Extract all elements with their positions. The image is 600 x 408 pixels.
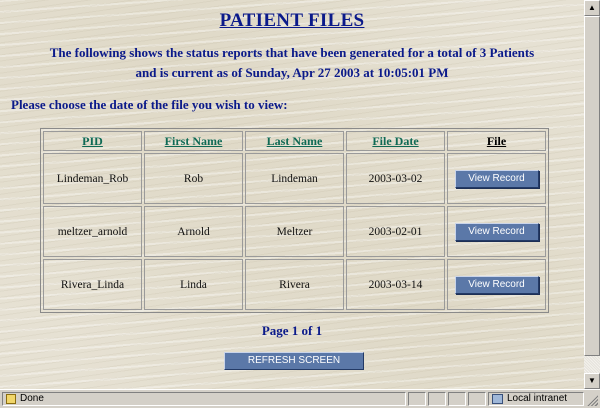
cell-last-name: Rivera	[245, 259, 344, 310]
table-row: Rivera_Linda Linda Rivera 2003-03-14 Vie…	[43, 259, 546, 310]
view-record-button[interactable]: View Record	[454, 169, 539, 188]
status-pane-empty	[468, 392, 486, 406]
cell-file: View Record	[447, 153, 546, 204]
patient-files-table: PID First Name Last Name File Date File …	[40, 128, 549, 313]
sort-first-name-link[interactable]: First Name	[165, 134, 223, 148]
choose-date-prompt: Please choose the date of the file you w…	[11, 97, 288, 112]
sort-file-date-link[interactable]: File Date	[372, 134, 418, 148]
cell-pid: meltzer_arnold	[43, 206, 142, 257]
table-row: Lindeman_Rob Rob Lindeman 2003-03-02 Vie…	[43, 153, 546, 204]
cell-file: View Record	[447, 259, 546, 310]
view-record-button[interactable]: View Record	[454, 222, 539, 241]
cell-first-name: Arnold	[144, 206, 243, 257]
cell-last-name: Meltzer	[245, 206, 344, 257]
cell-first-name: Linda	[144, 259, 243, 310]
cell-pid: Rivera_Linda	[43, 259, 142, 310]
header-last-name[interactable]: Last Name	[245, 131, 344, 151]
cell-file-date: 2003-03-14	[346, 259, 445, 310]
cell-pid: Lindeman_Rob	[43, 153, 142, 204]
header-pid[interactable]: PID	[43, 131, 142, 151]
scroll-up-arrow-icon[interactable]: ▲	[584, 0, 600, 16]
scrollbar-thumb[interactable]	[584, 16, 600, 356]
scroll-down-arrow-icon[interactable]: ▼	[584, 373, 600, 389]
header-file: File	[447, 131, 546, 151]
table-row: meltzer_arnold Arnold Meltzer 2003-02-01…	[43, 206, 546, 257]
local-intranet-icon	[492, 394, 503, 404]
table-header-row: PID First Name Last Name File Date File	[43, 131, 546, 151]
cell-last-name: Lindeman	[245, 153, 344, 204]
page-indicator: Page 1 of 1	[261, 323, 323, 338]
sort-last-name-link[interactable]: Last Name	[267, 134, 323, 148]
sort-pid-link[interactable]: PID	[82, 134, 103, 148]
cell-file-date: 2003-03-02	[346, 153, 445, 204]
security-zone-pane: Local intranet	[488, 392, 584, 406]
status-pane-empty	[428, 392, 446, 406]
status-pane: Done	[2, 392, 406, 406]
cell-file: View Record	[447, 206, 546, 257]
browser-status-bar: Done Local intranet	[0, 389, 600, 408]
security-zone-text: Local intranet	[507, 393, 568, 404]
refresh-screen-button[interactable]: REFRESH SCREEN	[224, 352, 364, 370]
status-text: Done	[20, 393, 44, 404]
page-done-icon	[6, 394, 16, 404]
resize-grip-icon[interactable]	[586, 394, 598, 406]
status-pane-empty	[408, 392, 426, 406]
view-record-button[interactable]: View Record	[454, 275, 539, 294]
status-summary-line: The following shows the status reports t…	[49, 45, 535, 60]
cell-file-date: 2003-02-01	[346, 206, 445, 257]
header-first-name[interactable]: First Name	[144, 131, 243, 151]
page-title: PATIENT FILES	[219, 10, 365, 31]
header-file-date[interactable]: File Date	[346, 131, 445, 151]
status-pane-empty	[448, 392, 466, 406]
status-timestamp-line: and is current as of Sunday, Apr 27 2003…	[135, 65, 449, 80]
cell-first-name: Rob	[144, 153, 243, 204]
page-viewport: PATIENT FILES The following shows the st…	[0, 0, 584, 389]
vertical-scrollbar[interactable]: ▲ ▼	[584, 0, 600, 389]
